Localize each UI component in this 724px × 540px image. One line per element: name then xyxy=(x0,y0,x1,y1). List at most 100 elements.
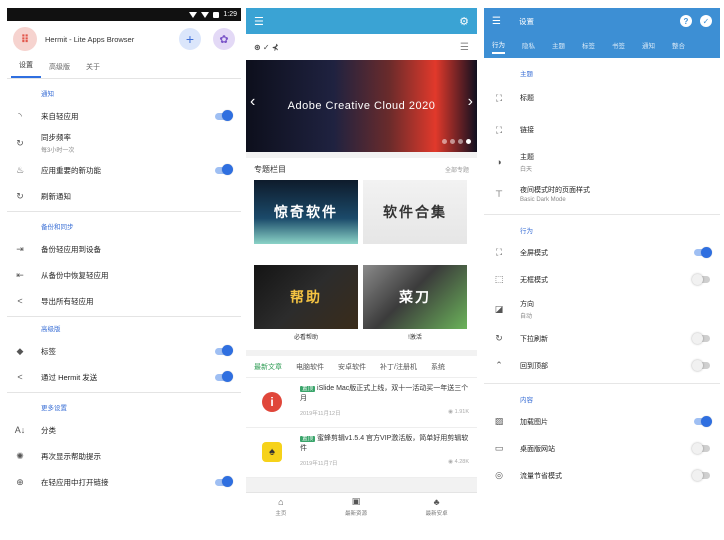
row-from-lite[interactable]: ◝ 来自轻应用 xyxy=(7,103,241,129)
from-lite-toggle[interactable] xyxy=(215,110,233,121)
row-desktop-site[interactable]: ▭ 桌面版网站 xyxy=(484,435,720,462)
row-theme[interactable]: ◑ 主题 白天 xyxy=(484,146,720,178)
rotate-icon: ◪ xyxy=(494,303,504,314)
tab-bookmarks[interactable]: 书签 xyxy=(612,40,625,53)
row-night-style[interactable]: ⊤ 夜间模式时的页面样式 Basic Dark Mode xyxy=(484,178,720,210)
nav-latest-resources[interactable]: ▣ 最新资源 xyxy=(345,496,367,517)
send-via-hermit-toggle[interactable] xyxy=(215,371,233,382)
row-load-images[interactable]: ▨ 加载图片 xyxy=(484,408,720,435)
bee-logo-icon: ♠ xyxy=(262,442,282,462)
tab-patches[interactable]: 补丁/注册机 xyxy=(380,362,417,372)
help-icon[interactable]: ? xyxy=(680,15,692,27)
row-label: 再次显示帮助提示 xyxy=(41,451,101,461)
pull-refresh-toggle[interactable] xyxy=(692,332,710,344)
carousel-dots xyxy=(442,139,471,144)
nav-home[interactable]: ⌂ 主页 xyxy=(275,497,286,517)
borderless-toggle[interactable] xyxy=(692,273,710,285)
article-title-text: 蜜蜂剪辑v1.5.4 官方VIP激活版，简单好用剪辑软件 xyxy=(300,435,469,452)
hamburger-icon[interactable]: ☰ xyxy=(492,16,501,27)
app-logo-icon[interactable]: ⠿ xyxy=(13,27,37,51)
carousel-dot[interactable] xyxy=(450,139,455,144)
site-logo[interactable]: ⊛ ✓ ⊀ xyxy=(254,43,279,52)
tab-latest[interactable]: 最新文章 xyxy=(254,362,282,372)
row-label: 回到顶部 xyxy=(520,362,548,370)
article-item[interactable]: i 置顶 iSlide Mac版正式上线，双十一活动买一年送三个月 2019年11… xyxy=(246,378,477,428)
tile-caption: 必看帮助 xyxy=(293,335,318,341)
tab-theme[interactable]: 主题 xyxy=(552,40,565,53)
settings-tabs: 行为 隐私 主题 标签 书签 通知 整合 xyxy=(484,34,720,58)
gear-icon[interactable]: ✿ xyxy=(213,28,235,50)
row-back-to-top[interactable]: ⌃ 回到顶部 xyxy=(484,352,720,379)
desktop-site-toggle[interactable] xyxy=(692,442,710,454)
menu-icon[interactable]: ☰ xyxy=(460,42,469,53)
row-backup-to-device[interactable]: ⇥ 备份轻应用到设备 xyxy=(7,236,241,262)
add-icon[interactable]: + xyxy=(179,28,201,50)
carousel-dot[interactable] xyxy=(442,139,447,144)
row-export-all[interactable]: < 导出所有轻应用 xyxy=(7,288,241,314)
tag-icon: ◆ xyxy=(16,345,24,356)
hermit-settings-screen: 1:29 ⠿ Hermit - Lite Apps Browser + ✿ 设置… xyxy=(7,8,241,520)
topic-tile[interactable]: 惊奇软件 xyxy=(254,180,358,244)
chevron-right-icon[interactable]: › xyxy=(468,93,473,111)
row-orientation[interactable]: ◪ 方向 自动 xyxy=(484,293,720,325)
row-label: 在轻应用中打开链接 xyxy=(41,477,109,487)
nav-label: 最新资源 xyxy=(344,511,367,517)
row-restore-backup[interactable]: ⇤ 从备份中恢复轻应用 xyxy=(7,262,241,288)
tab-pc-software[interactable]: 电脑软件 xyxy=(296,362,324,372)
row-sync-freq[interactable]: ↻ 同步频率 每3小时一次 xyxy=(7,129,241,157)
android-icon: ♣ xyxy=(433,496,440,507)
row-open-links[interactable]: ⊕ 在轻应用中打开链接 xyxy=(7,469,241,495)
row-refresh-notify[interactable]: ↻ 刷新通知 xyxy=(7,183,241,209)
row-data-saver[interactable]: ◎ 流量节省模式 xyxy=(484,462,720,489)
topic-tile[interactable]: 软件合集 xyxy=(363,180,467,244)
row-fullscreen[interactable]: ⛶ 全屏模式 xyxy=(484,239,720,266)
tab-notify[interactable]: 通知 xyxy=(642,40,655,53)
row-label: 桌面版网站 xyxy=(520,445,555,453)
row-label: 刷新通知 xyxy=(41,191,71,201)
site-toolbar: ☰ ⚙ xyxy=(246,8,477,34)
tab-android[interactable]: 安卓软件 xyxy=(338,362,366,372)
tab-system[interactable]: 系统 xyxy=(431,362,445,372)
back-to-top-toggle[interactable] xyxy=(692,359,710,371)
hamburger-icon[interactable]: ☰ xyxy=(254,15,264,28)
article-item[interactable]: ♠ 置顶 蜜蜂剪辑v1.5.4 官方VIP激活版，简单好用剪辑软件 2019年11… xyxy=(246,428,477,478)
chevron-left-icon[interactable]: ‹ xyxy=(250,93,255,111)
row-borderless[interactable]: ⬚ 无框模式 xyxy=(484,266,720,293)
banner-carousel[interactable]: ‹ Adobe Creative Cloud 2020 › xyxy=(246,60,477,152)
row-important-new[interactable]: ♨ 应用重要的新功能 xyxy=(7,157,241,183)
tab-premium[interactable]: 高级版 xyxy=(41,62,78,78)
important-new-toggle[interactable] xyxy=(215,164,233,175)
row-sort[interactable]: A↓ 分类 xyxy=(7,417,241,443)
row-pull-refresh[interactable]: ↻ 下拉刷新 xyxy=(484,325,720,352)
open-links-toggle[interactable] xyxy=(215,476,233,487)
flame-icon: ♨ xyxy=(15,164,25,175)
load-images-toggle[interactable] xyxy=(694,415,712,427)
check-icon[interactable]: ✓ xyxy=(700,15,712,27)
tab-integration[interactable]: 整合 xyxy=(672,40,685,53)
tab-behavior[interactable]: 行为 xyxy=(492,39,505,54)
article-views: 1.91K xyxy=(454,409,469,415)
tab-settings[interactable]: 设置 xyxy=(11,60,41,78)
carousel-dot[interactable] xyxy=(466,139,471,144)
fullscreen-icon: ⛶ xyxy=(495,92,503,103)
tags-toggle[interactable] xyxy=(215,345,233,356)
tab-about[interactable]: 关于 xyxy=(78,62,108,78)
carousel-dot[interactable] xyxy=(458,139,463,144)
image-icon: ▨ xyxy=(494,416,504,426)
row-link[interactable]: ⛶ 链接 xyxy=(484,114,720,146)
topic-tile[interactable]: 帮助 xyxy=(254,265,358,329)
fullscreen-toggle[interactable] xyxy=(694,246,712,258)
row-title[interactable]: ⛶ 标题 xyxy=(484,82,720,114)
nav-latest-android[interactable]: ♣ 最新安卓 xyxy=(426,497,448,517)
gear-icon[interactable]: ⚙ xyxy=(459,15,469,28)
row-send-via-hermit[interactable]: < 通过 Hermit 发送 xyxy=(7,364,241,390)
data-saver-toggle[interactable] xyxy=(692,469,710,481)
row-tags[interactable]: ◆ 标签 xyxy=(7,338,241,364)
topic-tile[interactable]: 菜刀 xyxy=(363,265,467,329)
tab-tabs[interactable]: 标签 xyxy=(582,40,595,53)
section-theme: 主题 xyxy=(520,71,533,78)
row-label: 来自轻应用 xyxy=(41,111,79,121)
all-topics-link[interactable]: 全部专题 xyxy=(445,165,469,174)
tab-privacy[interactable]: 隐私 xyxy=(522,40,535,53)
row-show-tips[interactable]: ✺ 再次显示帮助提示 xyxy=(7,443,241,469)
